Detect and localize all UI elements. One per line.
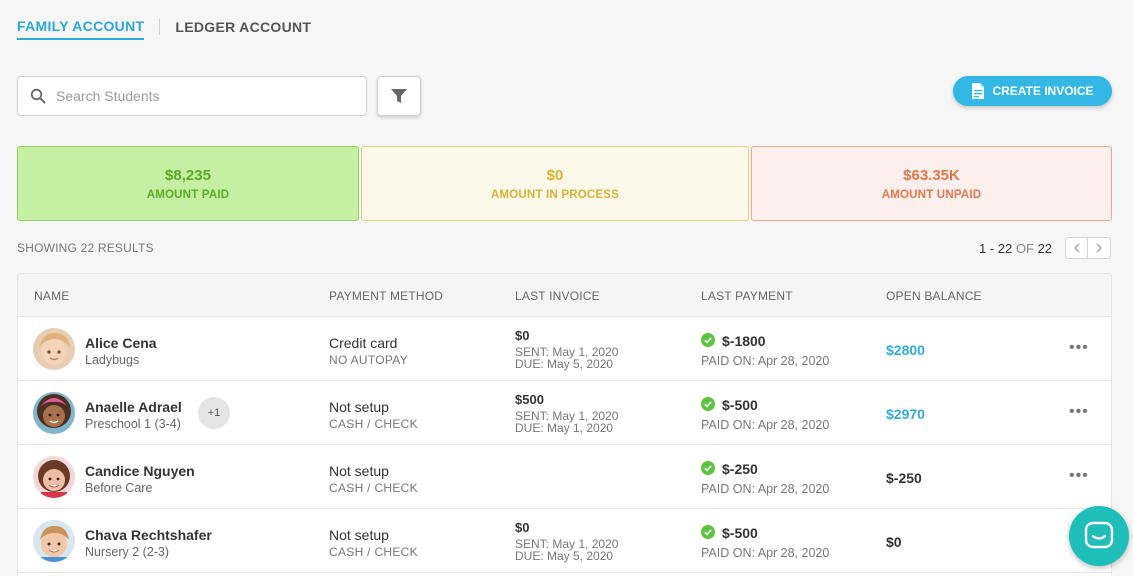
more-options-icon[interactable]: ••• bbox=[1069, 340, 1089, 356]
chevron-left-icon bbox=[1073, 243, 1080, 253]
column-header-last-payment[interactable]: LAST PAYMENT bbox=[701, 289, 793, 303]
amount-paid-card: $8,235 AMOUNT PAID bbox=[17, 146, 359, 221]
amount-paid-value: $8,235 bbox=[165, 166, 211, 184]
pagination-total: 22 bbox=[1037, 241, 1053, 256]
last-payment-amount: $-1800 bbox=[722, 333, 766, 349]
table-row[interactable]: Candice Nguyen Before Care Not setup CAS… bbox=[18, 445, 1111, 509]
amount-in-process-card: $0 AMOUNT IN PROCESS bbox=[361, 146, 749, 221]
amount-in-process-value: $0 bbox=[546, 166, 564, 184]
chat-launcher-button[interactable] bbox=[1069, 506, 1129, 566]
last-payment-date: PAID ON: Apr 28, 2020 bbox=[701, 354, 830, 368]
more-options-icon[interactable]: ••• bbox=[1069, 404, 1089, 420]
payment-method: Not setup bbox=[329, 399, 389, 415]
last-payment-date: PAID ON: Apr 28, 2020 bbox=[701, 546, 830, 560]
amount-unpaid-value: $63.35K bbox=[903, 166, 960, 184]
student-name[interactable]: Chava Rechtshafer bbox=[85, 527, 212, 543]
pagination-of: OF bbox=[1015, 241, 1034, 256]
payment-method: Not setup bbox=[329, 527, 389, 543]
document-icon bbox=[972, 83, 985, 99]
students-table: NAME PAYMENT METHOD LAST INVOICE LAST PA… bbox=[17, 273, 1112, 576]
pagination-info: 1 - 22 OF 22 bbox=[979, 241, 1052, 256]
student-name[interactable]: Candice Nguyen bbox=[85, 463, 195, 479]
column-header-name[interactable]: NAME bbox=[34, 289, 69, 303]
prev-page-button[interactable] bbox=[1065, 237, 1088, 259]
last-invoice-due: DUE: May 1, 2020 bbox=[515, 421, 614, 435]
last-invoice-due: DUE: May 5, 2020 bbox=[515, 549, 614, 563]
payment-method-detail: CASH / CHECK bbox=[329, 417, 418, 431]
avatar[interactable] bbox=[33, 328, 75, 370]
next-page-button[interactable] bbox=[1088, 237, 1111, 259]
last-payment-amount: $-250 bbox=[722, 461, 758, 477]
search-icon bbox=[30, 88, 46, 104]
last-invoice-amount: $500 bbox=[515, 392, 544, 407]
last-payment-date: PAID ON: Apr 28, 2020 bbox=[701, 482, 830, 496]
filter-icon bbox=[391, 89, 407, 103]
search-input[interactable] bbox=[56, 88, 336, 104]
table-row[interactable]: Anaelle Adrael Preschool 1 (3-4) +1 Not … bbox=[18, 381, 1111, 445]
student-classroom: Nursery 2 (2-3) bbox=[85, 545, 170, 559]
check-circle-icon bbox=[701, 397, 715, 411]
open-balance[interactable]: $2800 bbox=[886, 342, 925, 358]
payment-method-detail: NO AUTOPAY bbox=[329, 353, 409, 367]
amount-in-process-label: AMOUNT IN PROCESS bbox=[491, 188, 619, 201]
column-header-payment-method[interactable]: PAYMENT METHOD bbox=[329, 289, 443, 303]
account-tabs: FAMILY ACCOUNT LEDGER ACCOUNT bbox=[17, 18, 311, 40]
column-header-open-balance[interactable]: OPEN BALANCE bbox=[886, 289, 982, 303]
tab-family-account[interactable]: FAMILY ACCOUNT bbox=[17, 18, 145, 40]
column-header-last-invoice[interactable]: LAST INVOICE bbox=[515, 289, 600, 303]
create-invoice-label: CREATE INVOICE bbox=[992, 84, 1094, 98]
amount-paid-label: AMOUNT PAID bbox=[146, 188, 230, 201]
open-balance: $0 bbox=[886, 534, 902, 550]
chevron-right-icon bbox=[1096, 243, 1103, 253]
check-circle-icon bbox=[701, 333, 715, 347]
last-payment-date: PAID ON: Apr 28, 2020 bbox=[701, 418, 830, 432]
open-balance[interactable]: $2970 bbox=[886, 406, 925, 422]
student-classroom: Before Care bbox=[85, 481, 153, 495]
open-balance: $-250 bbox=[886, 470, 922, 486]
avatar[interactable] bbox=[33, 520, 75, 562]
student-name[interactable]: Alice Cena bbox=[85, 335, 157, 351]
last-invoice-amount: $0 bbox=[515, 520, 530, 535]
tab-divider bbox=[159, 19, 161, 35]
search-box[interactable] bbox=[17, 76, 367, 116]
chat-icon bbox=[1084, 521, 1114, 549]
tab-ledger-account[interactable]: LEDGER ACCOUNT bbox=[175, 19, 311, 39]
payment-method-detail: CASH / CHECK bbox=[329, 481, 418, 495]
last-invoice-due: DUE: May 5, 2020 bbox=[515, 357, 614, 371]
pagination-controls bbox=[1065, 237, 1111, 259]
check-circle-icon bbox=[701, 525, 715, 539]
payment-method: Credit card bbox=[329, 335, 398, 351]
table-header: NAME PAYMENT METHOD LAST INVOICE LAST PA… bbox=[18, 274, 1111, 317]
amount-unpaid-label: AMOUNT UNPAID bbox=[881, 188, 982, 201]
more-options-icon[interactable]: ••• bbox=[1069, 468, 1089, 484]
check-circle-icon bbox=[701, 461, 715, 475]
table-row[interactable]: Alice Cena Ladybugs Credit card NO AUTOP… bbox=[18, 317, 1111, 381]
last-invoice-amount: $0 bbox=[515, 328, 530, 343]
amount-unpaid-card: $63.35K AMOUNT UNPAID bbox=[751, 146, 1112, 221]
last-payment-amount: $-500 bbox=[722, 397, 758, 413]
student-name[interactable]: Anaelle Adrael bbox=[85, 399, 182, 415]
payment-method: Not setup bbox=[329, 463, 389, 479]
last-payment-amount: $-500 bbox=[722, 525, 758, 541]
additional-students-badge[interactable]: +1 bbox=[198, 397, 230, 429]
avatar[interactable] bbox=[33, 456, 75, 498]
payment-method-detail: CASH / CHECK bbox=[329, 545, 418, 559]
results-count: SHOWING 22 RESULTS bbox=[17, 241, 154, 255]
create-invoice-button[interactable]: CREATE INVOICE bbox=[953, 76, 1112, 106]
avatar[interactable] bbox=[33, 392, 75, 434]
student-classroom: Ladybugs bbox=[85, 353, 140, 367]
student-classroom: Preschool 1 (3-4) bbox=[85, 417, 181, 431]
filter-button[interactable] bbox=[377, 76, 421, 116]
pagination-range: 1 - 22 bbox=[979, 241, 1013, 256]
table-row[interactable]: Chava Rechtshafer Nursery 2 (2-3) Not se… bbox=[18, 509, 1111, 573]
